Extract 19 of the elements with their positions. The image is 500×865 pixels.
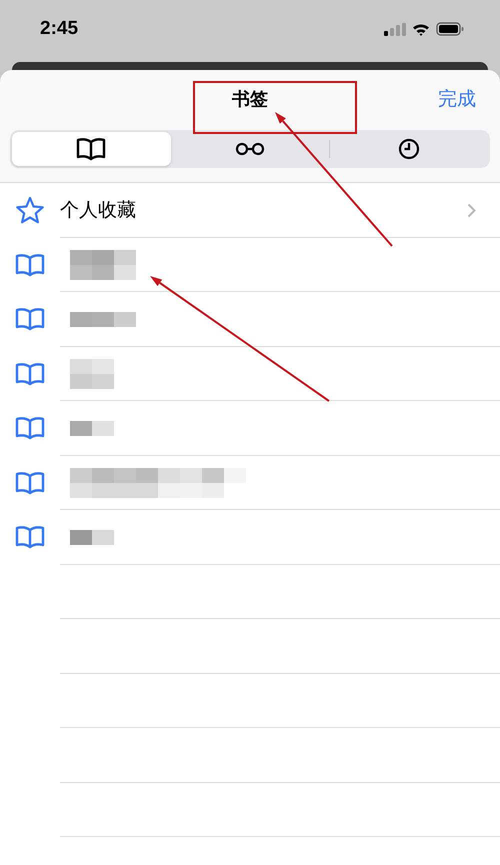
book-icon: [15, 416, 45, 440]
wifi-icon: [412, 22, 430, 36]
book-icon: [15, 525, 45, 550]
star-icon: [15, 196, 45, 224]
book-icon: [15, 362, 45, 386]
folder-label[interactable]: 个人收藏: [60, 197, 467, 224]
signal-icon: [384, 22, 406, 36]
book-icon: [15, 307, 45, 332]
status-time: 2:45: [40, 18, 78, 40]
segment-tab[interactable]: [12, 132, 171, 166]
book-icon: [15, 252, 45, 277]
glasses-icon: [235, 142, 265, 156]
book-icon: [15, 470, 45, 495]
clock-icon: [398, 138, 420, 160]
chevron-icon: [467, 202, 476, 218]
done-button[interactable]: 完成: [438, 86, 476, 112]
sheet-title: 书签: [232, 88, 268, 111]
battery-icon: [436, 22, 464, 36]
book-icon: [76, 137, 106, 161]
